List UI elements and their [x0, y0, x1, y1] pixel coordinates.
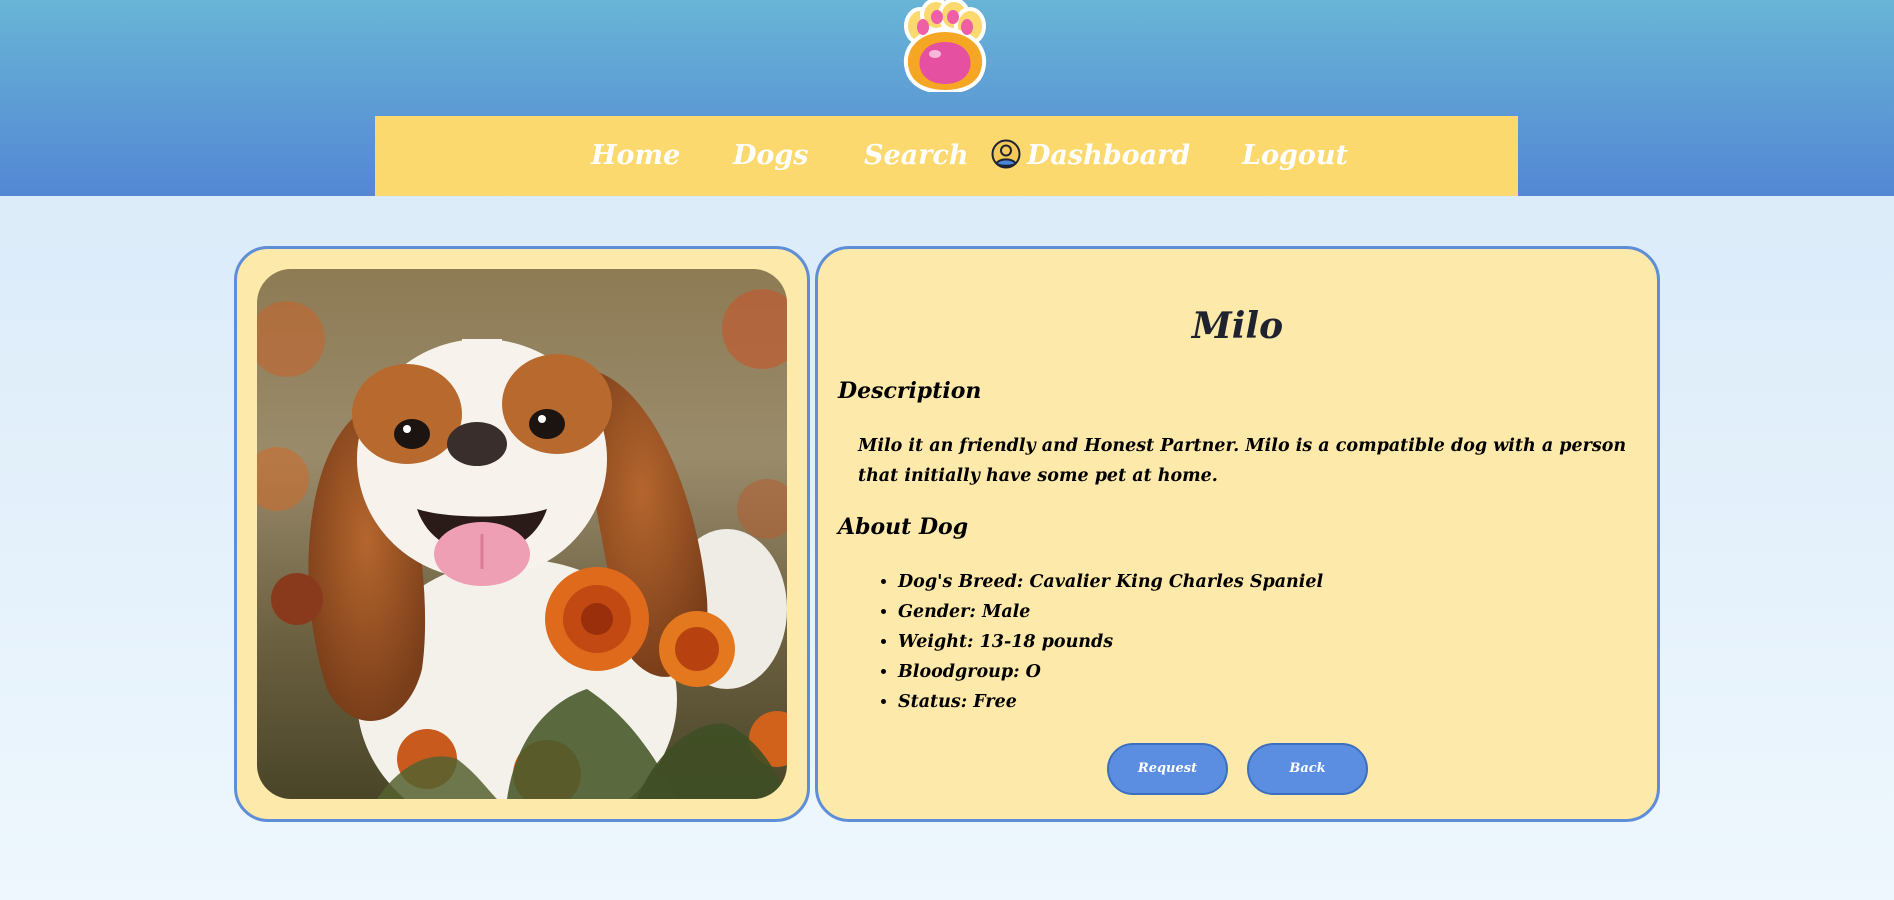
user-circle-icon: [991, 139, 1021, 169]
nav-home-link[interactable]: Home: [591, 138, 680, 174]
dog-info-card: Milo Description Milo it an friendly and…: [815, 246, 1660, 822]
paw-logo-icon[interactable]: [893, 0, 997, 92]
about-dog-list: Dog's Breed: Cavalier King Charles Spani…: [862, 567, 1323, 717]
dog-photo: [257, 269, 787, 799]
request-button[interactable]: Request: [1107, 743, 1228, 795]
back-button[interactable]: Back: [1247, 743, 1368, 795]
detail-status: Status: Free: [898, 687, 1323, 717]
main-nav: Home Dogs Search Dashboard Logout: [375, 116, 1518, 196]
detail-weight: Weight: 13-18 pounds: [898, 627, 1323, 657]
dog-name-heading: Milo: [1191, 305, 1284, 347]
dog-image-card: [234, 246, 810, 822]
site-header: Home Dogs Search Dashboard Logout: [0, 0, 1894, 196]
description-text: Milo it an friendly and Honest Partner. …: [858, 436, 1627, 486]
about-dog-heading: About Dog: [838, 514, 969, 540]
nav-search-link[interactable]: Search: [864, 138, 968, 174]
description-heading: Description: [838, 378, 982, 404]
nav-dogs-link[interactable]: Dogs: [733, 138, 809, 174]
nav-dashboard-label: Dashboard: [1027, 140, 1191, 171]
detail-gender: Gender: Male: [898, 597, 1323, 627]
nav-dashboard-link[interactable]: Dashboard: [991, 138, 1190, 174]
detail-breed: Dog's Breed: Cavalier King Charles Spani…: [898, 567, 1323, 597]
detail-bloodgroup: Bloodgroup: O: [898, 657, 1323, 687]
nav-logout-link[interactable]: Logout: [1242, 138, 1348, 174]
